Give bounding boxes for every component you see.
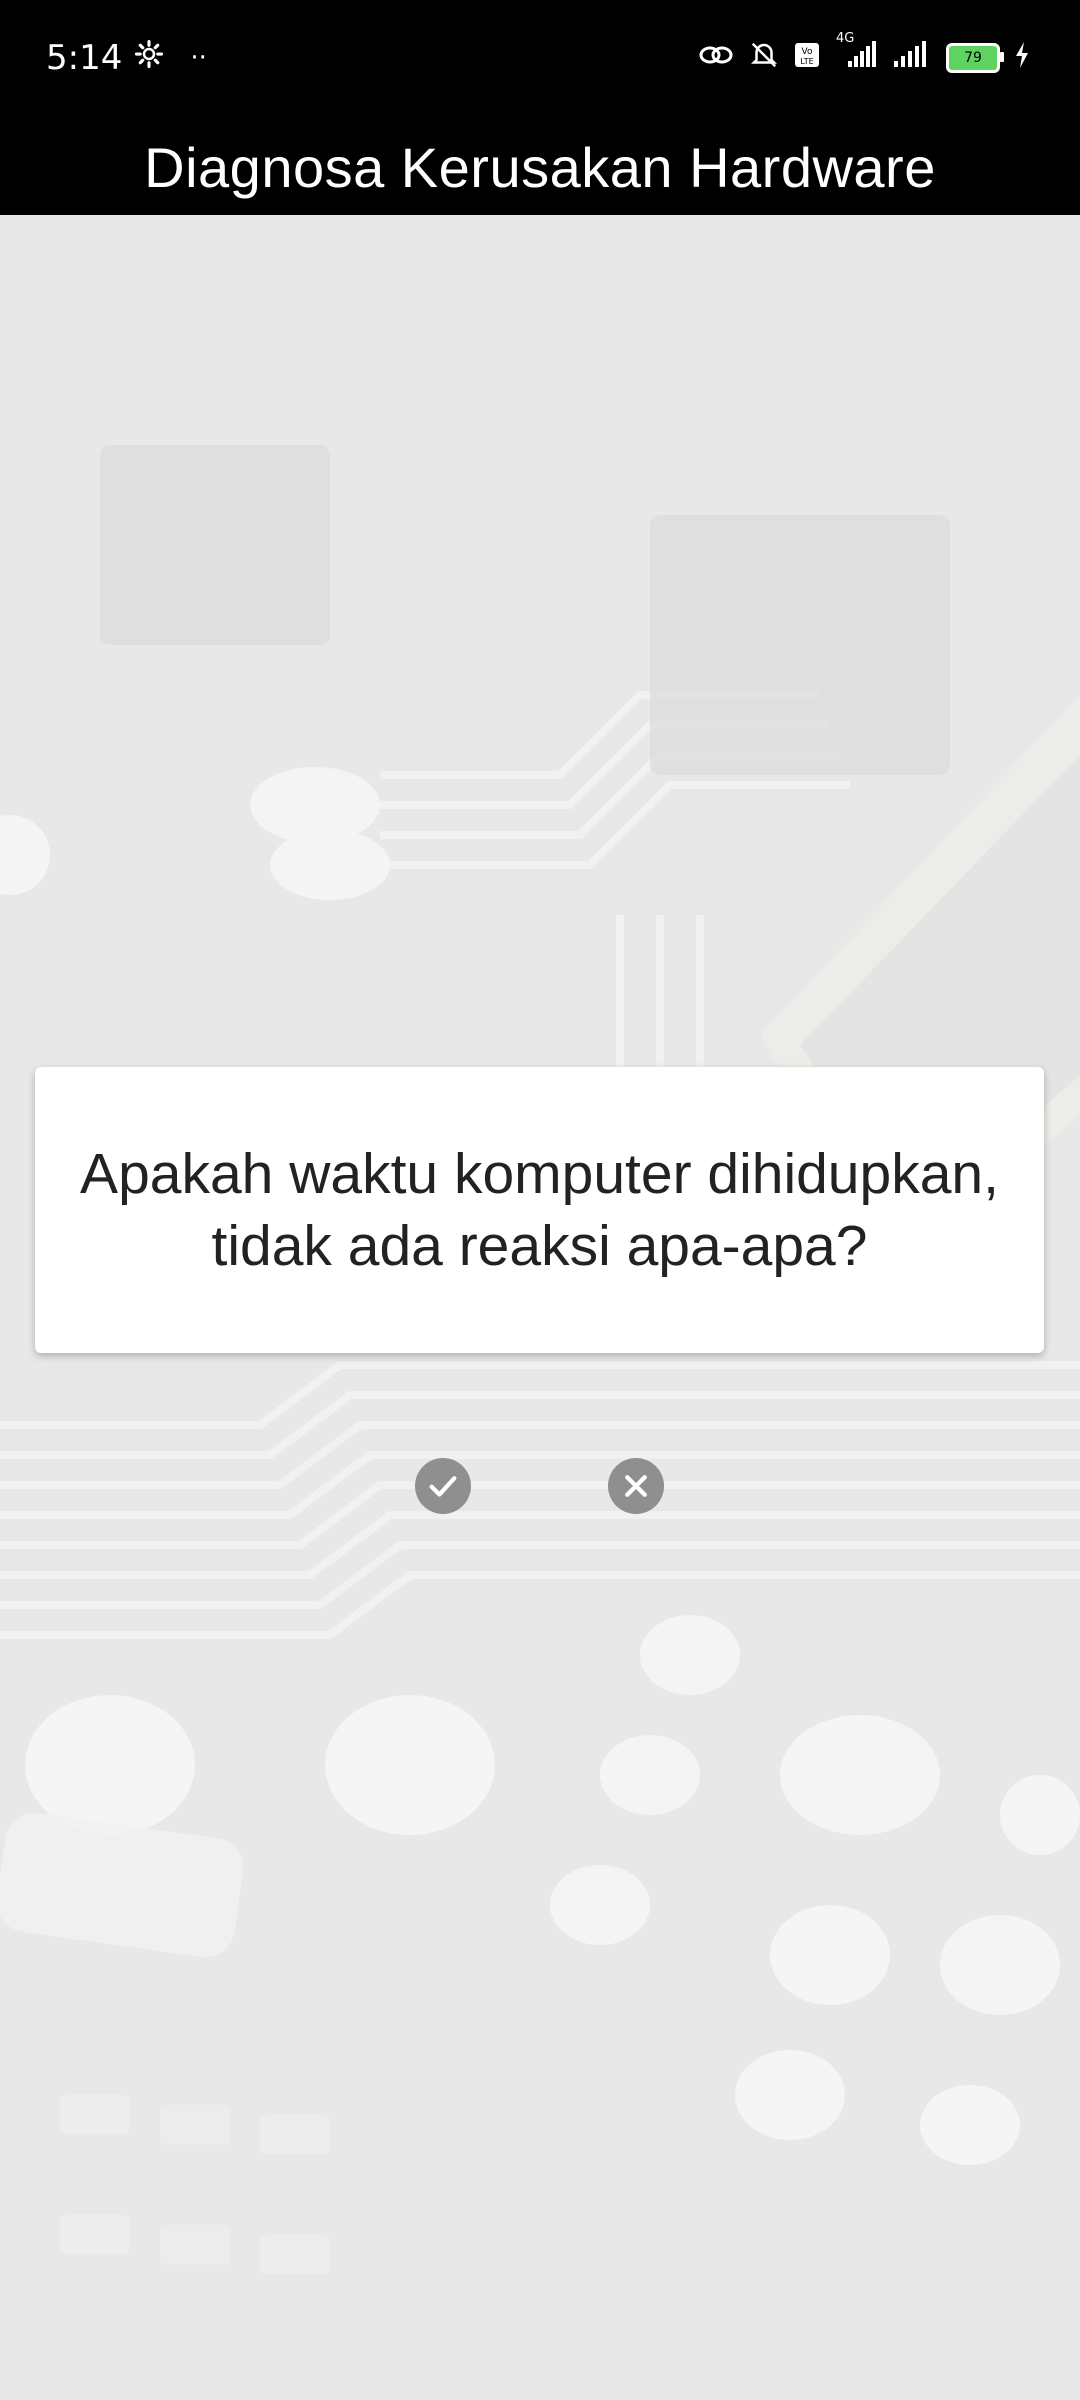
gear-icon [134,38,164,78]
app-title: Diagnosa Kerusakan Hardware [144,136,936,199]
yes-button[interactable] [415,1458,471,1514]
close-icon [625,1475,647,1497]
no-button[interactable] [608,1458,664,1514]
status-right: Vo LTE 4G 79 [698,31,1030,75]
check-icon [429,1476,457,1497]
volte-icon: Vo LTE [794,42,820,73]
question-text: Apakah waktu komputer dihidupkan, tidak … [80,1142,999,1278]
svg-text:LTE: LTE [800,57,813,66]
signal-icon: 4G [834,31,878,74]
network-type-label: 4G [836,31,855,46]
battery-level: 79 [964,49,982,66]
mute-icon [748,40,780,75]
status-bar: 5:14 ·· Vo LTE 4G 79 [0,0,1080,120]
charging-icon [1014,42,1030,73]
status-left: 5:14 ·· [46,38,207,78]
dots-icon: ·· [190,43,207,73]
question-card: Apakah waktu komputer dihidupkan, tidak … [35,1067,1044,1353]
signal-icon [892,41,932,74]
battery-icon: 79 [946,42,1004,73]
status-time: 5:14 [46,38,123,78]
svg-text:Vo: Vo [802,47,813,57]
link-icon [698,42,734,73]
app-bar: Diagnosa Kerusakan Hardware [0,120,1080,215]
